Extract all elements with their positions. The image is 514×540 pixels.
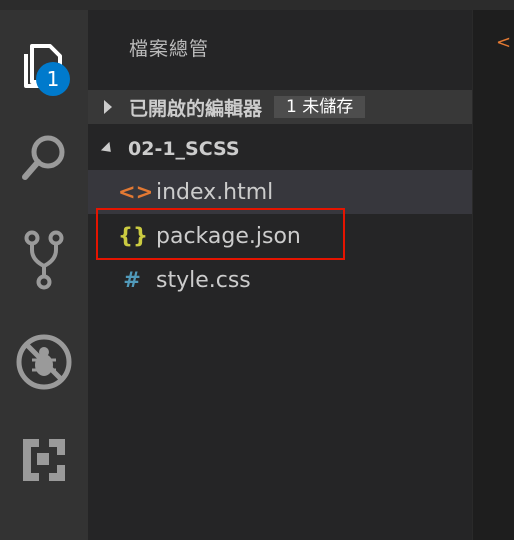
unsaved-badge: 1 未儲存 <box>274 96 366 118</box>
folder-label: 02-1_SCSS <box>128 138 240 160</box>
file-label: index.html <box>156 179 274 205</box>
extensions-icon <box>19 435 69 485</box>
file-item-style-css[interactable]: # style.css <box>88 258 472 302</box>
open-editors-label: 已開啟的編輯器 <box>129 97 263 120</box>
chevron-right-icon <box>104 100 112 114</box>
activity-bar: 1 <box>0 10 88 540</box>
editor-tab-html-icon[interactable]: < <box>496 32 511 53</box>
editor-divider <box>472 10 473 540</box>
chevron-down-icon <box>100 141 116 157</box>
html-file-icon: <> <box>118 180 154 204</box>
file-label: style.css <box>156 267 251 293</box>
activity-debug[interactable] <box>0 327 88 397</box>
editor-area <box>472 10 514 540</box>
activity-extensions[interactable] <box>0 425 88 495</box>
css-file-icon: # <box>123 268 141 292</box>
activity-search[interactable] <box>0 123 88 193</box>
folder-header[interactable]: 02-1_SCSS <box>88 132 472 166</box>
highlight-annotation-box <box>96 208 345 260</box>
open-editors-header[interactable]: 已開啟的編輯器 1 未儲存 <box>88 90 472 124</box>
debug-icon <box>14 332 74 392</box>
sidebar-title: 檔案總管 <box>129 38 210 60</box>
source-control-icon <box>24 229 64 291</box>
explorer-sidebar: 檔案總管 已開啟的編輯器 1 未儲存 02-1_SCSS <> index.ht… <box>88 10 472 540</box>
search-icon <box>17 131 71 185</box>
title-strip <box>0 0 514 10</box>
activity-source-control[interactable] <box>0 225 88 295</box>
explorer-badge: 1 <box>36 62 70 96</box>
